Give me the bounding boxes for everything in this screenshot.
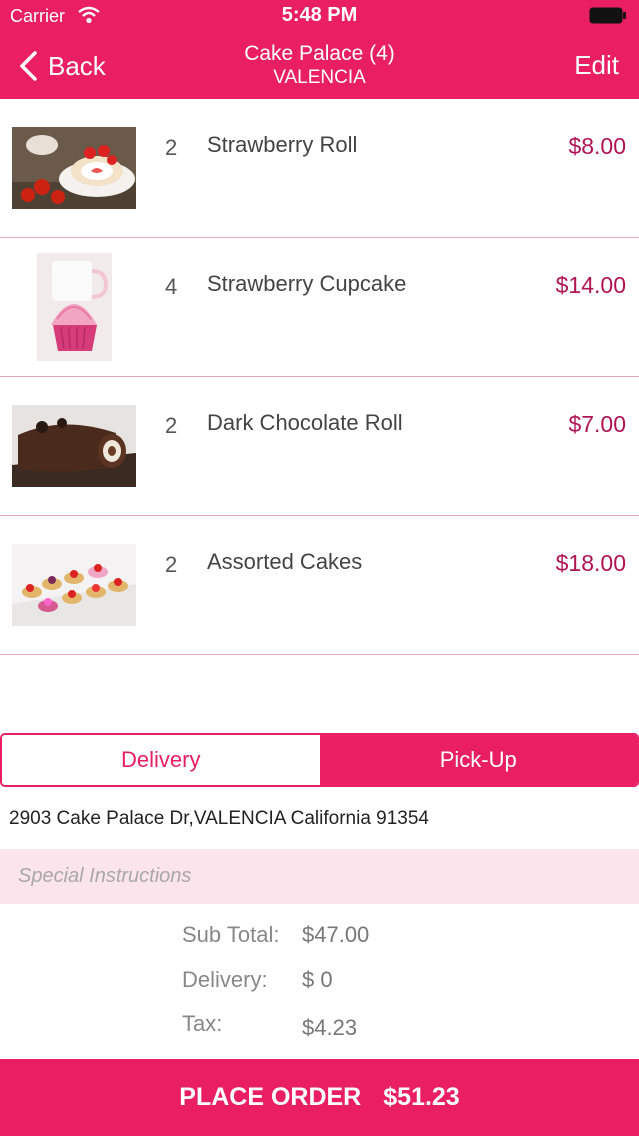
assorted-cakes-image (12, 544, 136, 626)
page-title: Cake Palace (4) (244, 42, 395, 65)
item-name: Strawberry Roll (207, 132, 358, 157)
pickup-address: 2903 Cake Palace Dr,VALENCIA California … (9, 808, 430, 829)
special-instructions-field (0, 849, 639, 904)
edit-button[interactable]: Edit (574, 50, 619, 81)
item-quantity: 4 (165, 274, 178, 299)
subtotal-label: Sub Total: (182, 922, 280, 947)
delivery-fee-label: Delivery: (182, 967, 268, 992)
delivery-fee-value: $ 0 (302, 967, 333, 992)
list-item[interactable]: 2 Strawberry Roll $8.00 (0, 99, 639, 238)
item-price: $7.00 (568, 411, 626, 437)
place-order-button[interactable]: PLACE ORDER $51.23 (0, 1059, 639, 1136)
list-item[interactable]: 2 Assorted Cakes $18.00 (0, 516, 639, 655)
place-order-label: PLACE ORDER (179, 1083, 362, 1111)
status-bar: Carrier 5:48 PM (0, 0, 639, 34)
dark-chocolate-roll-image (12, 405, 136, 487)
tax-value: $4.23 (302, 1015, 358, 1040)
strawberry-cupcake-image (37, 253, 112, 361)
delivery-tab[interactable]: Delivery (2, 735, 320, 785)
tax-label: Tax: (182, 1011, 223, 1036)
list-item[interactable]: 2 Dark Chocolate Roll $7.00 (0, 377, 639, 516)
fulfillment-segmented-control: Delivery Pick-Up (0, 733, 639, 787)
battery-icon (589, 7, 626, 24)
nav-bar: Carrier 5:48 PM Back Cake Palace (4) VAL… (0, 0, 639, 99)
pickup-tab[interactable]: Pick-Up (319, 735, 637, 785)
special-instructions-input[interactable] (0, 849, 639, 904)
item-price: $8.00 (568, 133, 626, 159)
subtotal-value: $47.00 (302, 922, 370, 947)
status-time: 5:48 PM (281, 4, 358, 26)
item-name: Dark Chocolate Roll (207, 410, 403, 435)
item-name: Strawberry Cupcake (207, 271, 407, 296)
item-price: $14.00 (555, 272, 626, 298)
item-price: $18.00 (555, 550, 626, 576)
strawberry-roll-image (12, 127, 136, 209)
item-quantity: 2 (165, 552, 178, 577)
item-name: Assorted Cakes (207, 549, 363, 574)
list-item[interactable]: 4 Strawberry Cupcake $14.00 (0, 238, 639, 377)
item-quantity: 2 (165, 135, 178, 160)
order-total: $51.23 (383, 1083, 460, 1111)
page-subtitle: VALENCIA (273, 67, 366, 88)
item-quantity: 2 (165, 413, 178, 438)
